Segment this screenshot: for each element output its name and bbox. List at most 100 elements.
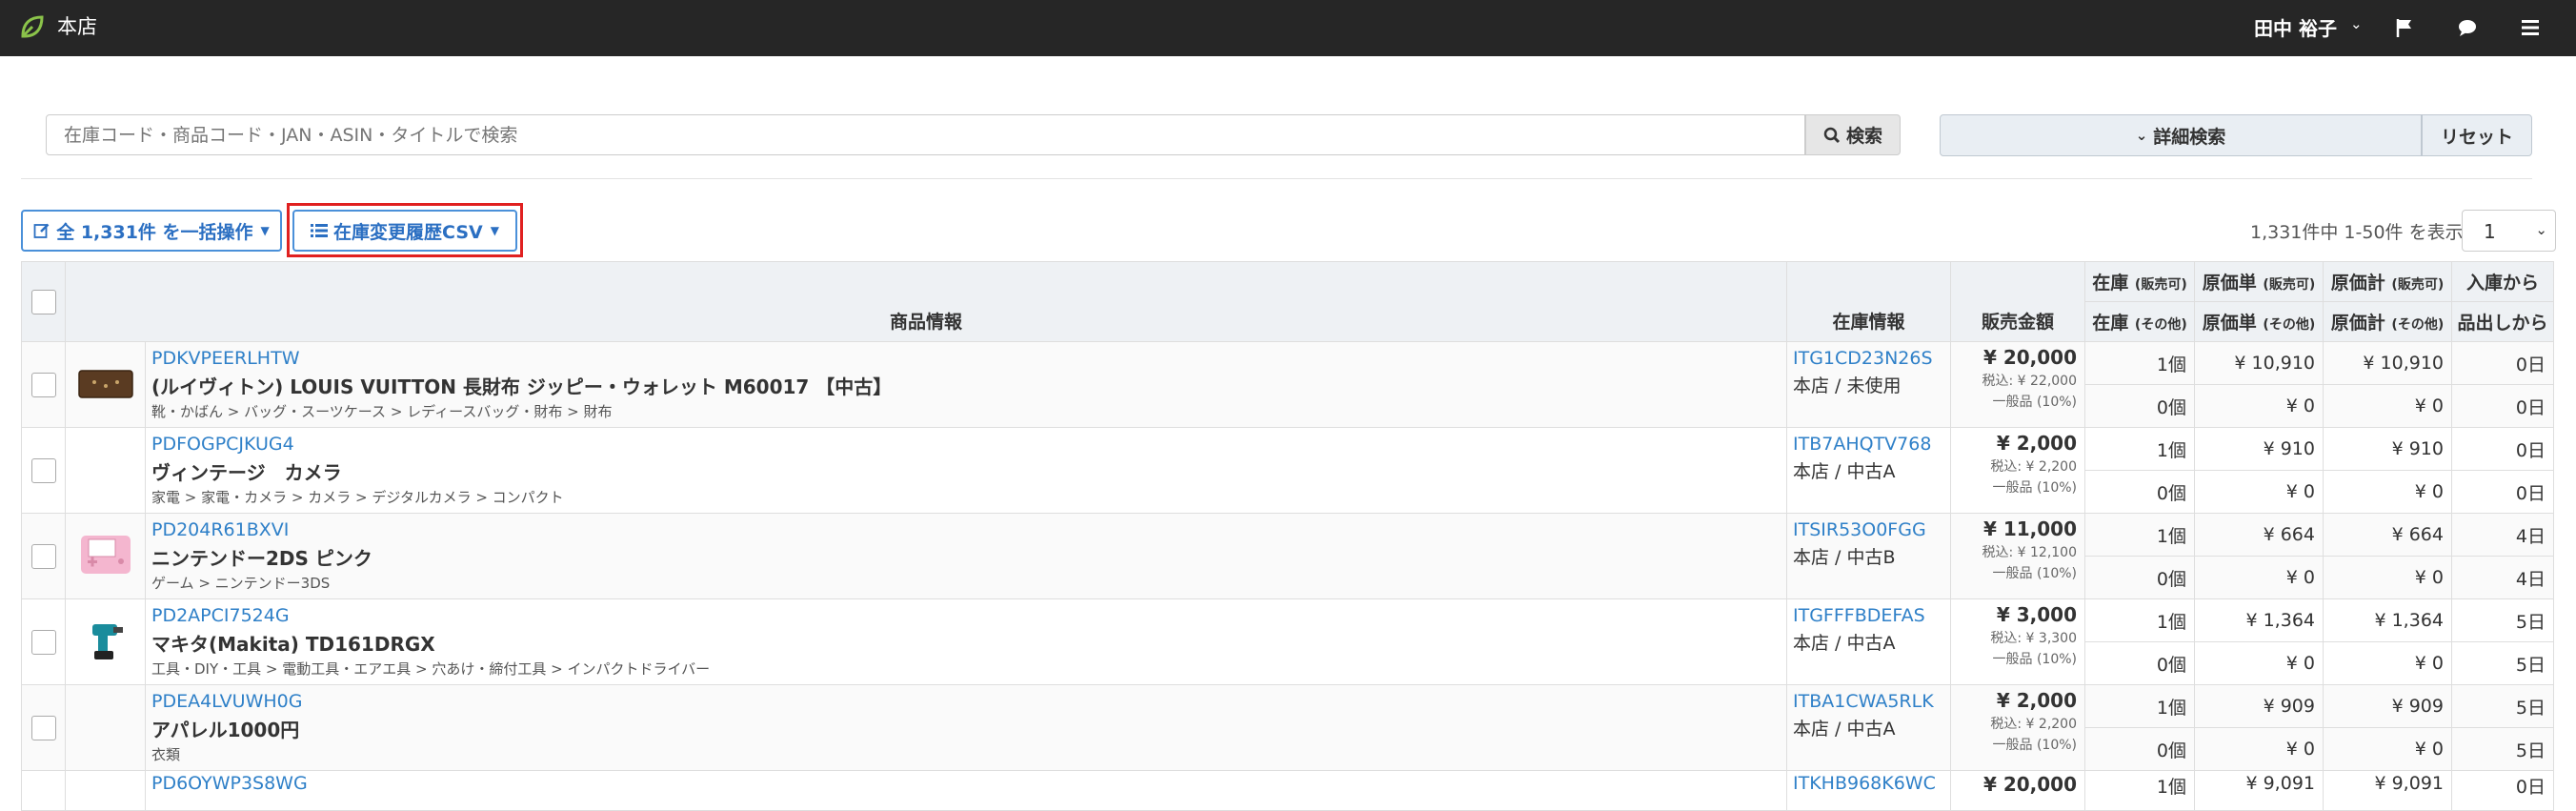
row-select-cell xyxy=(21,341,66,428)
user-menu[interactable]: 田中 裕子 xyxy=(2254,13,2337,41)
stock-location: 本店 / 中古A xyxy=(1793,719,1896,740)
leaf-logo-icon[interactable] xyxy=(19,13,46,40)
store-name[interactable]: 本店 xyxy=(57,11,97,40)
tax-type: 一般品 (10%) xyxy=(1992,395,2078,410)
unit-cost-sellable: ¥ 10,910 xyxy=(2194,341,2324,385)
page-select[interactable]: 1 ⌄ xyxy=(2462,210,2556,252)
stock-location: 本店 / 中古A xyxy=(1793,461,1896,482)
product-image-cell xyxy=(65,598,146,685)
drill-thumbnail[interactable] xyxy=(75,618,136,662)
stock-history-csv-button[interactable]: 在庫変更履歴CSV ▼ xyxy=(292,210,517,252)
product-code-link[interactable]: PDFOGPCJKUG4 xyxy=(151,434,1781,455)
stock-info-cell: ITKHB968K6WC xyxy=(1786,770,1951,811)
product-category: 工具・DIY・工具 > 電動工具・エアエ具 > 穴あけ・締付工具 > インパクト… xyxy=(151,660,711,678)
product-code-link[interactable]: PD2APCI7524G xyxy=(151,605,1781,626)
sale-price-header: 販売金額 xyxy=(1950,261,2085,342)
product-title: マキタ(Makita) TD161DRGX xyxy=(151,633,435,656)
stock-code-link[interactable]: ITGFFFBDEFAS xyxy=(1793,605,1944,626)
csv-button-label: 在庫変更履歴CSV xyxy=(333,221,483,243)
row-checkbox[interactable] xyxy=(30,457,56,483)
stock-info-cell: ITSIR53O0FGG 本店 / 中古B xyxy=(1786,513,1951,599)
product-code-link[interactable]: PDEA4LVUWH0G xyxy=(151,691,1781,712)
row-checkbox[interactable] xyxy=(30,372,56,397)
row-select-cell xyxy=(21,427,66,514)
select-all-checkbox[interactable] xyxy=(30,289,56,314)
edit-icon xyxy=(33,223,50,238)
product-category: 家電 > 家電・カメラ > カメラ > デジタルカメラ > コンパクト xyxy=(151,489,564,506)
price-with-tax: 税込: ¥ 3,300 xyxy=(1990,631,2077,646)
table-row[interactable]: PDEA4LVUWH0G アパレル1000円 衣類 ITBA1CWA5RLK 本店 / … xyxy=(21,684,2554,771)
search-icon xyxy=(1823,127,1841,143)
row-checkbox[interactable] xyxy=(30,543,56,569)
unit-cost-other: ¥ 0 xyxy=(2194,556,2324,599)
list-icon xyxy=(311,224,329,237)
row-select-cell xyxy=(21,598,66,685)
row-checkbox[interactable] xyxy=(30,715,56,740)
divider xyxy=(21,178,2532,179)
stock-sellable: 1個 xyxy=(2084,427,2195,471)
search-input[interactable] xyxy=(46,114,1805,155)
product-code-link[interactable]: PD204R61BXVI xyxy=(151,519,1781,540)
product-info-cell: PD6OYWP3S8WG xyxy=(145,770,1787,811)
sale-price: ¥ 2,000 xyxy=(1996,689,2077,712)
product-image-cell xyxy=(65,513,146,599)
days-since-shelved: 5日 xyxy=(2451,727,2554,771)
product-info-cell: PDKVPEERLHTW (ルイヴィトン) LOUIS VUITTON 長財布 ジ… xyxy=(145,341,1787,428)
advanced-search-button[interactable]: ⌄ 詳細検索 xyxy=(1940,114,2422,156)
tax-type: 一般品 (10%) xyxy=(1992,652,2078,667)
total-cost-sellable: ¥ 909 xyxy=(2323,684,2452,728)
unit-cost-header-label: 原価単 xyxy=(2202,313,2257,334)
search-button-label: 検索 xyxy=(1845,126,1882,147)
bulk-operation-label: 全 1,331件 を一括操作 xyxy=(56,221,253,243)
days-since-shelved: 4日 xyxy=(2451,556,2554,599)
price-with-tax: 税込: ¥ 12,100 xyxy=(1982,545,2077,560)
price-cell: ¥ 2,000 税込: ¥ 2,200 一般品 (10%) xyxy=(1950,427,2085,514)
table-row[interactable]: PD2APCI7524G マキタ(Makita) TD161DRGX 工具・DIY・… xyxy=(21,598,2554,685)
price-cell: ¥ 20,000 xyxy=(1950,770,2085,811)
total-cost-other: ¥ 0 xyxy=(2323,556,2452,599)
sellable-sub-label: (販売可) xyxy=(2263,277,2316,293)
reset-button[interactable]: リセット xyxy=(2422,114,2532,156)
console-thumbnail[interactable] xyxy=(75,533,136,577)
product-code-link[interactable]: PDKVPEERLHTW xyxy=(151,348,1781,369)
tax-type: 一般品 (10%) xyxy=(1992,480,2078,496)
search-button[interactable]: 検索 xyxy=(1805,114,1901,155)
stock-code-link[interactable]: ITKHB968K6WC xyxy=(1793,773,1944,794)
table-row[interactable]: PDKVPEERLHTW (ルイヴィトン) LOUIS VUITTON 長財布 ジ… xyxy=(21,341,2554,428)
stock-code-link[interactable]: ITG1CD23N26S xyxy=(1793,348,1944,369)
product-code-link[interactable]: PD6OYWP3S8WG xyxy=(151,773,1781,794)
wallet-thumbnail[interactable] xyxy=(75,361,136,405)
product-image-cell xyxy=(65,427,146,514)
table-row[interactable]: PDFOGPCJKUG4 ヴィンテージ カメラ 家電 > 家電・カメラ > カメラ … xyxy=(21,427,2554,514)
stock-code-link[interactable]: ITBA1CWA5RLK xyxy=(1793,691,1944,712)
result-count: 1,331件中 1-50件 を表示 xyxy=(2250,222,2464,243)
table-row[interactable]: PD6OYWP3S8WG ITKHB968K6WC ¥ 20,000 1個 ¥ 9,09… xyxy=(21,770,2554,811)
product-image-cell xyxy=(65,341,146,428)
stock-code-link[interactable]: ITSIR53O0FGG xyxy=(1793,519,1944,540)
chat-icon[interactable] xyxy=(2456,16,2479,39)
sellable-sub-label: (販売可) xyxy=(2134,277,2187,293)
days-since-stocked: 0日 xyxy=(2451,427,2554,471)
total-cost-other-header: 原価計 (その他) xyxy=(2323,301,2452,342)
days-since-stocked-header: 入庫から xyxy=(2451,261,2554,302)
total-cost-sellable: ¥ 10,910 xyxy=(2323,341,2452,385)
stock-code-link[interactable]: ITB7AHQTV768 xyxy=(1793,434,1944,455)
days-since-stocked: 0日 xyxy=(2451,341,2554,385)
stock-info-cell: ITB7AHQTV768 本店 / 中古A xyxy=(1786,427,1951,514)
table-row[interactable]: PD204R61BXVI ニンテンドー2DS ピンク ゲーム > ニンテンドー3DS… xyxy=(21,513,2554,599)
bulk-operation-button[interactable]: 全 1,331件 を一括操作 ▼ xyxy=(21,210,282,252)
stock-info-cell: ITBA1CWA5RLK 本店 / 中古A xyxy=(1786,684,1951,771)
stock-sellable: 1個 xyxy=(2084,770,2195,811)
flag-icon[interactable] xyxy=(2393,16,2416,39)
hamburger-menu-icon[interactable] xyxy=(2519,16,2542,39)
chevron-down-icon[interactable]: ⌄ xyxy=(2350,15,2363,32)
row-checkbox[interactable] xyxy=(30,629,56,655)
price-with-tax: 税込: ¥ 2,200 xyxy=(1990,717,2077,732)
advanced-search-label: 詳細検索 xyxy=(2153,126,2226,148)
unit-cost-sellable: ¥ 1,364 xyxy=(2194,598,2324,642)
total-cost-sellable: ¥ 9,091 xyxy=(2323,770,2452,811)
top-navigation-bar: 本店 田中 裕子 ⌄ xyxy=(0,0,2576,56)
product-category: ゲーム > ニンテンドー3DS xyxy=(151,575,331,592)
product-image-cell xyxy=(65,770,146,811)
unit-cost-sellable-header: 原価単 (販売可) xyxy=(2194,261,2324,302)
